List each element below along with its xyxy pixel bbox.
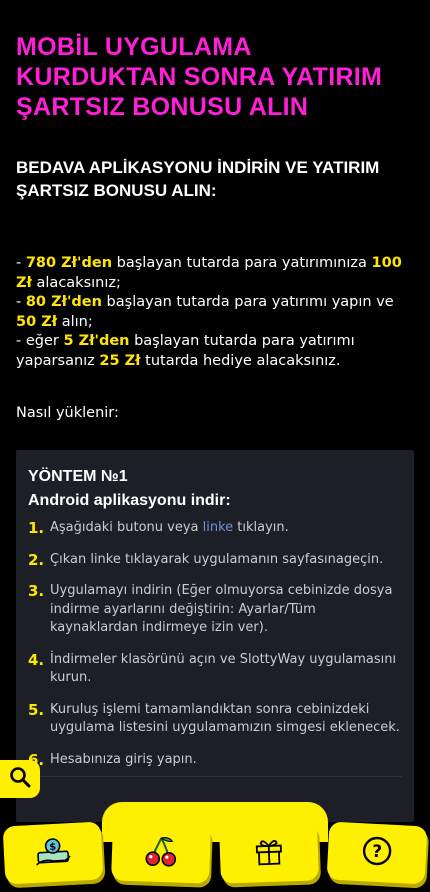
help-icon: ? <box>360 834 394 872</box>
bonus-offers: - 780 Zł'den başlayan tutarda para yatır… <box>16 254 416 372</box>
bottom-nav: $ ? <box>0 818 430 892</box>
step-5: 5. Kuruluş işlemi tamamlandıktan sonra c… <box>28 701 402 738</box>
step-text: Uygulamayı indirin (Eğer olmuyorsa cebin… <box>50 583 393 635</box>
install-steps: 1. Aşağıdaki butonu veya linke tıklayın.… <box>28 519 402 769</box>
step-4: 4. İndirmeler klasörünü açın ve SlottyWa… <box>28 651 402 688</box>
offer-2-bonus: 50 Zł <box>16 313 58 330</box>
step-text: Çıkan linke tıklayarak uygulamanın sayfa… <box>50 551 384 567</box>
offer-2-amount: 80 Zł'den <box>25 294 102 311</box>
offer-2: - 80 Zł'den başlayan tutarda para yatırı… <box>16 294 394 330</box>
svg-text:$: $ <box>49 842 57 853</box>
step-text: Hesabınıza giriş yapın. <box>50 751 197 767</box>
step-text: İndirmeler klasörünü açın ve SlottyWay u… <box>50 651 397 686</box>
step-number: 2. <box>28 550 45 569</box>
card-divider <box>28 776 402 777</box>
offer-1: - 780 Zł'den başlayan tutarda para yatır… <box>16 255 402 291</box>
nav-slots-button[interactable] <box>111 822 211 884</box>
step-number: 4. <box>28 650 45 669</box>
download-link[interactable]: linke <box>203 520 234 535</box>
page-subtitle: BEDAVA APLİKASYONU İNDİRİN VE YATIRIM ŞA… <box>16 158 380 200</box>
step-number: 3. <box>28 582 45 600</box>
install-method-card: YÖNTEM №1 Android aplikasyonu indir: 1. … <box>16 450 414 842</box>
offer-3: - eğer 5 Zł'den başlayan tutarda para ya… <box>16 333 355 369</box>
offer-1-amount: 780 Zł'den <box>25 255 113 271</box>
nav-bonus-button[interactable] <box>219 822 319 884</box>
search-icon <box>9 766 31 792</box>
offer-3-bonus: 25 Zł <box>99 352 141 369</box>
money-icon: $ <box>34 833 72 873</box>
offer-3-amount: 5 Zł'den <box>63 333 130 350</box>
step-number: 1. <box>28 519 45 537</box>
how-to-install-label: Nasıl yüklenir: <box>16 405 119 421</box>
search-button[interactable] <box>0 760 40 798</box>
step-number: 5. <box>28 700 45 719</box>
step-2: 2. Çıkan linke tıklayarak uygulamanın sa… <box>28 551 402 570</box>
step-1: 1. Aşağıdaki butonu veya linke tıklayın. <box>28 519 289 537</box>
svg-text:?: ? <box>372 842 383 862</box>
method-subtitle: Android aplikasyonu indir: <box>28 492 231 509</box>
page-title: MOBİL UYGULAMA KURDUKTAN SONRA YATIRIM Ş… <box>16 33 383 121</box>
step-3: 3. Uygulamayı indirin (Eğer olmuyorsa ce… <box>28 582 402 638</box>
step-6: 6. Hesabınıza giriş yapın. <box>28 751 402 770</box>
gift-icon <box>253 835 284 870</box>
method-title: YÖNTEM №1 <box>28 468 128 485</box>
cherry-icon <box>143 833 178 872</box>
nav-help-button[interactable]: ? <box>326 821 428 885</box>
nav-deposit-button[interactable]: $ <box>2 821 104 885</box>
step-text: Kuruluş işlemi tamamlandıktan sonra cebi… <box>50 701 400 736</box>
